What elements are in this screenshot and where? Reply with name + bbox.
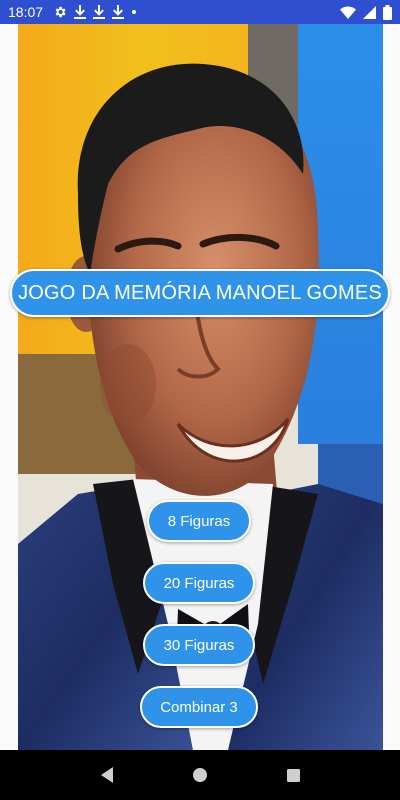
option-8-figures-button[interactable]: 8 Figuras [147,500,251,542]
wifi-icon [340,5,356,19]
download-icon [112,5,125,19]
back-button[interactable] [87,755,127,795]
option-20-figures-button[interactable]: 20 Figuras [143,562,255,604]
title-button[interactable]: JOGO DA MEMÓRIA MANOEL GOMES [10,269,390,317]
gear-icon [53,5,67,19]
option-30-figures-button[interactable]: 30 Figuras [143,624,255,666]
recents-icon [286,768,300,782]
status-bar: 18:07 [0,0,400,24]
app-screen: 18:07 JOGO DA MEMÓRIA MANOEL GOMES 8 Fig… [0,0,400,800]
download-icon [74,5,87,19]
home-button[interactable] [180,755,220,795]
home-icon [192,768,207,782]
status-time: 18:07 [8,4,44,20]
combine-3-button[interactable]: Combinar 3 [140,686,258,728]
navigation-bar [0,750,400,800]
recents-button[interactable] [273,755,313,795]
dot-icon [131,9,137,15]
signal-icon [363,5,376,19]
back-icon [100,767,113,783]
download-icon [93,5,106,19]
battery-icon [383,4,392,20]
